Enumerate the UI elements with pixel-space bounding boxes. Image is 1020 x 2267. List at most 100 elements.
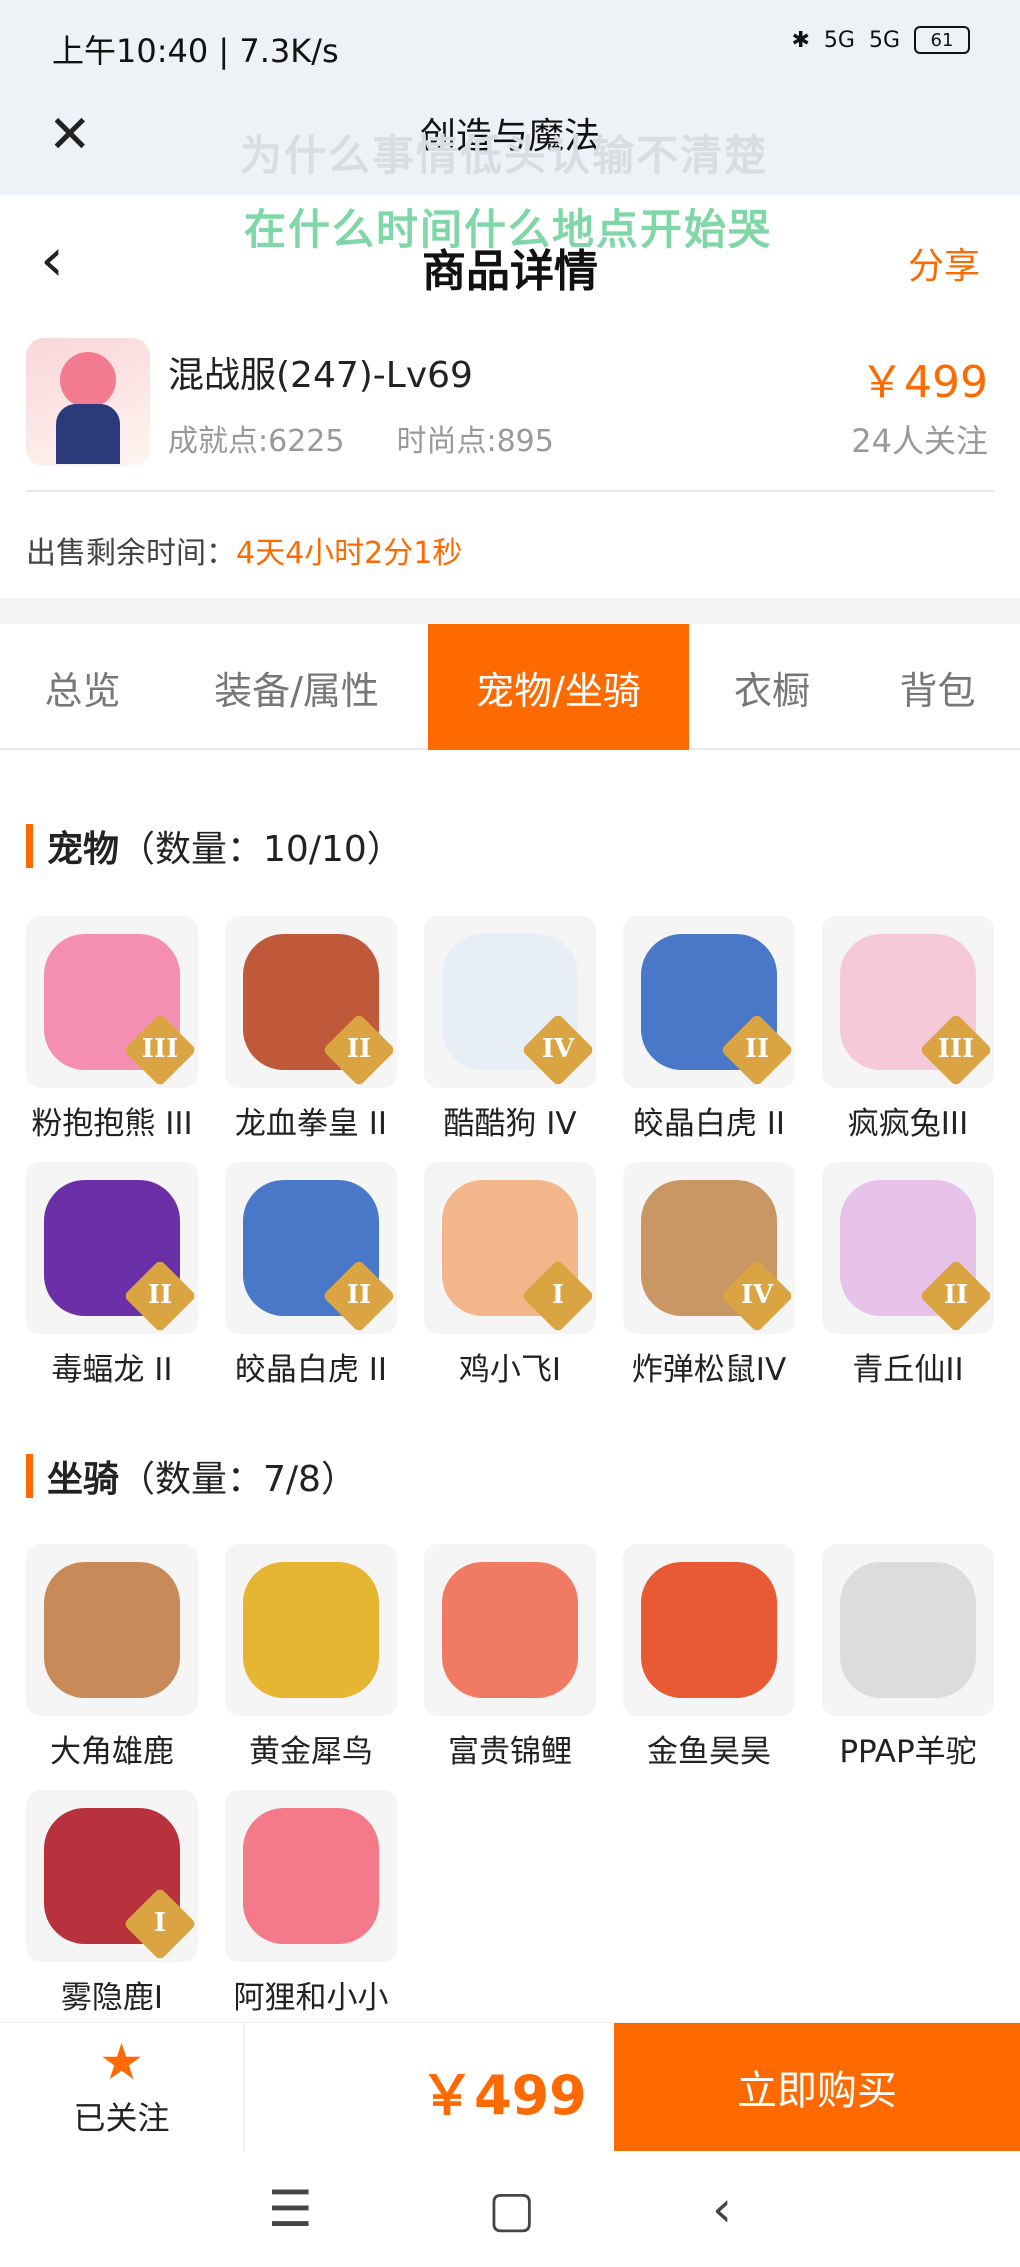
bottom-action-bar: ★ 已关注 ￥499 立即购买 bbox=[0, 2022, 1020, 2153]
system-nav-bar: ☰ ▢ ‹ bbox=[0, 2152, 1020, 2267]
mount-name: 雾隐鹿I bbox=[60, 1980, 164, 2016]
pet-image: I bbox=[424, 1162, 596, 1334]
product-name: 混战服(247)-Lv69 bbox=[168, 355, 473, 396]
pet-name: 炸弹松鼠IV bbox=[631, 1352, 787, 1388]
pet-image: II bbox=[225, 916, 397, 1088]
mount-image bbox=[225, 1544, 397, 1716]
pets-count: （数量：10/10） bbox=[119, 829, 403, 870]
mount-name: 大角雄鹿 bbox=[50, 1734, 174, 1770]
pet-item[interactable]: IV 炸弹松鼠IV bbox=[623, 1162, 795, 1389]
achievement-points: 成就点:6225 bbox=[168, 424, 345, 459]
tab-overview[interactable]: 总览 bbox=[0, 624, 165, 750]
follow-label: 已关注 bbox=[73, 2099, 170, 2137]
mount-item[interactable]: 金鱼昊昊 bbox=[623, 1544, 795, 1771]
pet-name: 皎晶白虎 II bbox=[234, 1352, 388, 1388]
pet-image: III bbox=[26, 916, 198, 1088]
mount-image bbox=[26, 1544, 198, 1716]
mount-image: I bbox=[26, 1790, 198, 1962]
pet-item[interactable]: III 疯疯兔III bbox=[822, 916, 994, 1143]
mount-image bbox=[822, 1544, 994, 1716]
signal-icon-2: 5G bbox=[868, 27, 900, 53]
tab-equipment[interactable]: 装备/属性 bbox=[165, 624, 428, 750]
product-meta: 成就点:6225 时尚点:895 bbox=[168, 416, 554, 460]
rank-badge-label: III bbox=[937, 1034, 975, 1064]
status-bar: 上午10:40 | 7.3K/s ✱ 5G 5G 61 bbox=[0, 0, 1020, 95]
rank-badge-label: I bbox=[153, 1908, 167, 1938]
tab-wardrobe[interactable]: 衣橱 bbox=[689, 624, 855, 750]
fashion-points: 时尚点:895 bbox=[396, 424, 554, 459]
product-summary: 混战服(247)-Lv69 成就点:6225 时尚点:895 ￥499 24人关注 bbox=[0, 330, 1020, 490]
pet-name: 毒蝠龙 II bbox=[51, 1352, 173, 1388]
mounts-title: 坐骑 bbox=[47, 1459, 120, 1500]
buy-now-button[interactable]: 立即购买 bbox=[614, 2023, 1020, 2151]
mount-name: 金鱼昊昊 bbox=[647, 1734, 771, 1770]
pet-image: II bbox=[623, 916, 795, 1088]
pet-name: 酷酷狗 IV bbox=[443, 1106, 577, 1142]
bluetooth-icon: ✱ bbox=[791, 27, 810, 53]
mount-item[interactable]: 黄金犀鸟 bbox=[225, 1544, 397, 1771]
mount-item[interactable]: 富贵锦鲤 bbox=[424, 1544, 596, 1771]
rank-badge-label: II bbox=[147, 1280, 173, 1310]
pets-section-title: 宠物 （数量：10/10） bbox=[26, 820, 403, 872]
pet-item[interactable]: III 粉抱抱熊 III bbox=[26, 916, 198, 1143]
mount-item[interactable]: 大角雄鹿 bbox=[26, 1544, 198, 1771]
mount-name: 黄金犀鸟 bbox=[249, 1734, 373, 1770]
home-icon[interactable]: ▢ bbox=[488, 2180, 535, 2238]
pet-image: IV bbox=[623, 1162, 795, 1334]
sale-countdown: 4天4小时2分1秒 bbox=[236, 536, 463, 571]
share-button[interactable]: 分享 bbox=[908, 237, 980, 289]
rank-badge-label: II bbox=[346, 1280, 372, 1310]
mount-image bbox=[225, 1790, 397, 1962]
mount-item[interactable]: 阿狸和小小 bbox=[225, 1790, 397, 2017]
pet-item[interactable]: II 毒蝠龙 II bbox=[26, 1162, 198, 1389]
pet-name: 青丘仙II bbox=[852, 1352, 964, 1388]
mount-item[interactable]: PPAP羊驼 bbox=[822, 1544, 994, 1771]
pet-image: III bbox=[822, 916, 994, 1088]
pet-item[interactable]: I 鸡小飞I bbox=[424, 1162, 596, 1389]
rank-badge-label: IV bbox=[541, 1034, 575, 1064]
pet-item[interactable]: IV 酷酷狗 IV bbox=[424, 916, 596, 1143]
sale-remaining-time: 出售剩余时间：4天4小时2分1秒 bbox=[26, 528, 462, 572]
bottom-price: ￥499 bbox=[420, 2064, 587, 2127]
battery-icon: 61 bbox=[914, 26, 970, 54]
mount-item[interactable]: I 雾隐鹿I bbox=[26, 1790, 198, 2017]
mounts-count: （数量：7/8） bbox=[119, 1459, 357, 1500]
pets-title: 宠物 bbox=[47, 829, 120, 870]
pet-name: 粉抱抱熊 III bbox=[31, 1106, 193, 1142]
rank-badge-label: II bbox=[744, 1034, 770, 1064]
menu-icon[interactable]: ☰ bbox=[268, 2180, 313, 2238]
pet-item[interactable]: II 龙血拳皇 II bbox=[225, 916, 397, 1143]
status-time: 上午10:40 | 7.3K/s bbox=[52, 32, 339, 70]
star-icon: ★ bbox=[99, 2033, 144, 2091]
sale-time-label: 出售剩余时间： bbox=[26, 536, 236, 571]
tab-pets-mounts[interactable]: 宠物/坐骑 bbox=[428, 624, 689, 750]
mount-name: PPAP羊驼 bbox=[839, 1734, 977, 1770]
mount-name: 富贵锦鲤 bbox=[448, 1734, 572, 1770]
pet-name: 龙血拳皇 II bbox=[234, 1106, 388, 1142]
lyric-overlay-line1: 为什么事情低头认输不清楚 bbox=[240, 131, 769, 180]
rank-badge-label: II bbox=[346, 1034, 372, 1064]
mount-image bbox=[623, 1544, 795, 1716]
pet-image: II bbox=[225, 1162, 397, 1334]
character-avatar bbox=[26, 338, 150, 466]
pet-name: 皎晶白虎 II bbox=[632, 1106, 786, 1142]
mounts-section-title: 坐骑 （数量：7/8） bbox=[26, 1450, 357, 1502]
pet-image: IV bbox=[424, 916, 596, 1088]
tab-backpack[interactable]: 背包 bbox=[855, 624, 1020, 750]
rank-badge-label: III bbox=[141, 1034, 179, 1064]
detail-tabs: 总览 装备/属性 宠物/坐骑 衣橱 背包 bbox=[0, 624, 1020, 750]
pet-image: II bbox=[26, 1162, 198, 1334]
pet-name: 鸡小飞I bbox=[458, 1352, 562, 1388]
signal-icon-1: 5G bbox=[823, 27, 855, 53]
rank-badge-label: IV bbox=[740, 1280, 774, 1310]
pet-item[interactable]: II 青丘仙II bbox=[822, 1162, 994, 1389]
section-gap bbox=[0, 598, 1020, 624]
product-price: ￥499 bbox=[860, 357, 988, 408]
back-nav-icon[interactable]: ‹ bbox=[712, 2180, 732, 2238]
rank-badge-label: I bbox=[551, 1280, 565, 1310]
mount-name: 阿狸和小小 bbox=[233, 1980, 389, 2016]
pet-item[interactable]: II 皎晶白虎 II bbox=[225, 1162, 397, 1389]
pet-item[interactable]: II 皎晶白虎 II bbox=[623, 916, 795, 1143]
follow-button[interactable]: ★ 已关注 bbox=[0, 2023, 245, 2153]
status-icons: ✱ 5G 5G 61 bbox=[791, 26, 970, 54]
